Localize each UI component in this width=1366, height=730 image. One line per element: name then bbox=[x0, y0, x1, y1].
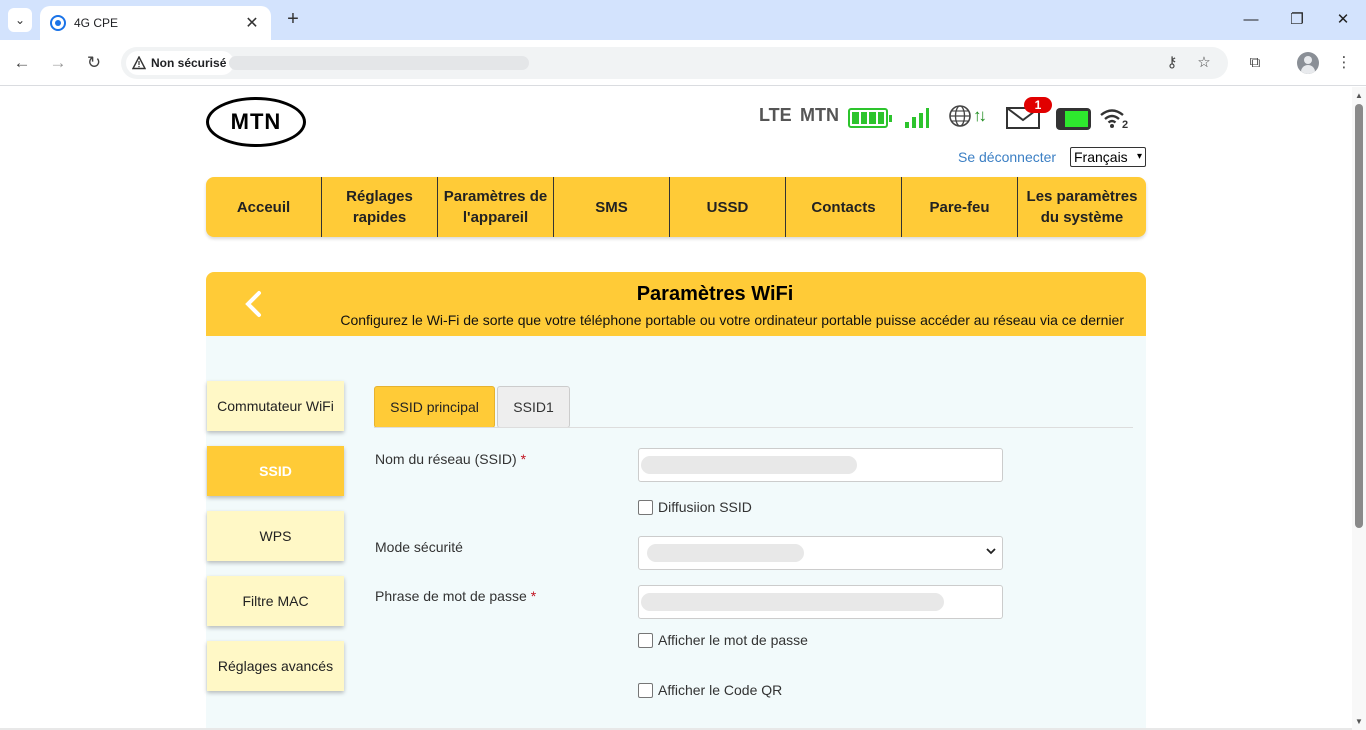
warning-icon bbox=[132, 56, 146, 70]
menu-item-reglages-rapides[interactable]: Réglages rapides bbox=[322, 177, 438, 237]
main-menu: Acceuil Réglages rapides Paramètres de l… bbox=[206, 177, 1146, 237]
menu-item-ussd[interactable]: USSD bbox=[670, 177, 786, 237]
sidebar-item-filtre-mac[interactable]: Filtre MAC bbox=[207, 576, 344, 626]
sidebar-item-commutateur-wifi[interactable]: Commutateur WiFi bbox=[207, 381, 344, 431]
language-value: Français bbox=[1074, 149, 1128, 165]
window-close-icon[interactable]: ✕ bbox=[1320, 8, 1366, 32]
wifi-clients-count: 2 bbox=[1122, 119, 1129, 131]
passphrase-input[interactable] bbox=[638, 585, 1003, 619]
passphrase-label-text: Phrase de mot de passe bbox=[375, 588, 527, 604]
ssid-value-redacted bbox=[641, 456, 857, 474]
sidebar-item-ssid[interactable]: SSID bbox=[207, 446, 344, 496]
page-subtitle: Configurez le Wi-Fi de sorte que votre t… bbox=[340, 312, 1124, 328]
show-qr-checkbox[interactable]: Afficher le Code QR bbox=[638, 682, 782, 698]
checkbox-box[interactable] bbox=[638, 632, 653, 648]
ssid-label-text: Nom du réseau (SSID) bbox=[375, 451, 517, 467]
scrollbar-thumb[interactable] bbox=[1355, 104, 1363, 528]
security-mode-value-redacted bbox=[647, 544, 804, 562]
page-title: Paramètres WiFi bbox=[636, 283, 794, 305]
security-chip[interactable]: Non sécurisé bbox=[126, 51, 235, 75]
scroll-down-icon[interactable]: ▼ bbox=[1355, 717, 1363, 726]
network-type: LTE bbox=[759, 105, 792, 125]
language-select[interactable]: Français ▾ bbox=[1070, 147, 1146, 167]
unread-badge: 1 bbox=[1024, 97, 1052, 113]
tab-ssid1[interactable]: SSID1 bbox=[497, 386, 570, 428]
checkbox-box[interactable] bbox=[638, 499, 653, 515]
profile-avatar[interactable] bbox=[1297, 52, 1319, 74]
page-scrollbar[interactable]: ▲ ▼ bbox=[1352, 87, 1366, 730]
page-content: MTN LTE MTN ↑↓ 1 2 Se déconnecter França… bbox=[0, 87, 1352, 730]
passphrase-value-redacted bbox=[641, 593, 944, 611]
close-icon[interactable]: ✕ bbox=[243, 13, 261, 33]
menu-item-sms[interactable]: SMS bbox=[554, 177, 670, 237]
reload-icon[interactable]: ↻ bbox=[82, 51, 106, 75]
extension-icon[interactable]: ⧉ bbox=[1243, 51, 1267, 75]
key-icon[interactable]: ⚷ bbox=[1160, 51, 1184, 75]
minimize-icon[interactable]: — bbox=[1228, 8, 1274, 32]
tab-title: 4G CPE bbox=[74, 16, 119, 30]
broadcast-ssid-checkbox[interactable]: Diffusiion SSID bbox=[638, 499, 752, 515]
back-icon[interactable]: ← bbox=[10, 51, 34, 75]
favicon-icon bbox=[50, 15, 66, 31]
browser-tab[interactable]: 4G CPE ✕ bbox=[40, 6, 271, 40]
address-bar[interactable]: Non sécurisé ⚷ ☆ bbox=[121, 47, 1228, 79]
browser-tabstrip: ⌄ 4G CPE ✕ + — ❐ ✕ bbox=[0, 0, 1366, 40]
wifi-settings-panel: Commutateur WiFi SSID WPS Filtre MAC Rég… bbox=[206, 336, 1146, 730]
new-tab-plus-icon[interactable]: + bbox=[282, 8, 304, 32]
security-mode-label: Mode sécurité bbox=[375, 539, 463, 555]
chevron-down-icon bbox=[986, 548, 996, 555]
required-mark: * bbox=[530, 588, 537, 604]
page-banner: Paramètres WiFi Configurez le Wi-Fi de s… bbox=[206, 272, 1146, 336]
menu-item-pare-feu[interactable]: Pare-feu bbox=[902, 177, 1018, 237]
menu-icon[interactable]: ⋮ bbox=[1332, 51, 1356, 75]
security-mode-select[interactable] bbox=[638, 536, 1003, 570]
ssid-label: Nom du réseau (SSID) * bbox=[375, 451, 526, 467]
menu-item-contacts[interactable]: Contacts bbox=[786, 177, 902, 237]
url-text[interactable] bbox=[229, 56, 529, 70]
broadcast-ssid-label: Diffusiion SSID bbox=[658, 499, 752, 515]
security-label: Non sécurisé bbox=[151, 56, 227, 70]
updown-arrows-icon: ↑↓ bbox=[973, 106, 987, 125]
menu-item-parametres-systeme[interactable]: Les paramètres du système bbox=[1018, 177, 1146, 237]
signal-icon bbox=[905, 108, 929, 128]
show-password-label: Afficher le mot de passe bbox=[658, 632, 808, 648]
tab-search-chevron-icon[interactable]: ⌄ bbox=[8, 8, 32, 32]
tab-divider bbox=[374, 427, 1133, 428]
restore-icon[interactable]: ❐ bbox=[1274, 8, 1320, 32]
browser-toolbar: ← → ↻ Non sécurisé ⚷ ☆ ⧉ ⋮ bbox=[0, 40, 1366, 86]
forward-icon[interactable]: → bbox=[46, 51, 70, 75]
checkbox-box[interactable] bbox=[638, 682, 653, 698]
passphrase-label: Phrase de mot de passe * bbox=[375, 588, 536, 604]
ssid-input[interactable] bbox=[638, 448, 1003, 482]
operator-name: MTN bbox=[800, 105, 839, 125]
sim-icon bbox=[1056, 108, 1091, 130]
show-qr-label: Afficher le Code QR bbox=[658, 682, 783, 698]
sidebar-item-wps[interactable]: WPS bbox=[207, 511, 344, 561]
globe-icon bbox=[949, 105, 971, 127]
chevron-down-icon: ▾ bbox=[1136, 151, 1142, 162]
scroll-up-icon[interactable]: ▲ bbox=[1355, 91, 1363, 100]
menu-item-parametres-appareil[interactable]: Paramètres de l'appareil bbox=[438, 177, 554, 237]
tab-ssid-principal[interactable]: SSID principal bbox=[374, 386, 495, 428]
menu-item-accueil[interactable]: Acceuil bbox=[206, 177, 322, 237]
star-icon[interactable]: ☆ bbox=[1192, 51, 1216, 75]
required-mark: * bbox=[520, 451, 527, 467]
mtn-logo: MTN bbox=[206, 97, 306, 147]
battery-icon bbox=[848, 108, 892, 128]
show-password-checkbox[interactable]: Afficher le mot de passe bbox=[638, 632, 808, 648]
sidebar-item-reglages-avances[interactable]: Réglages avancés bbox=[207, 641, 344, 691]
logout-link[interactable]: Se déconnecter bbox=[958, 149, 1056, 165]
